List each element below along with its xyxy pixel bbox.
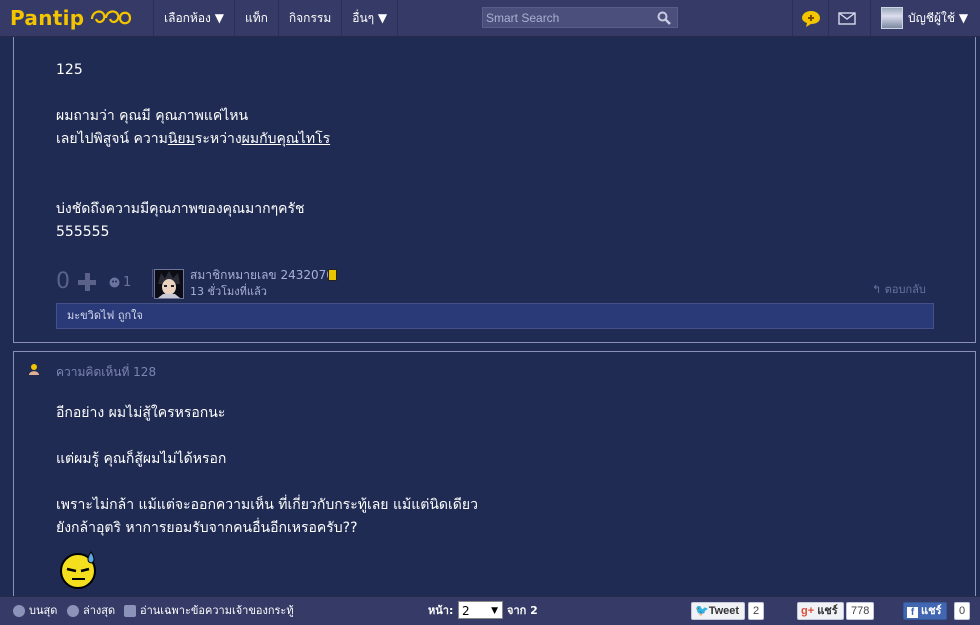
emotion-count[interactable]: 1 — [109, 275, 131, 290]
anime-avatar-icon — [158, 271, 180, 298]
comment-127: 125 ผมถามว่า คุณมี คุณภาพแค่ไหน เลยไปพิส… — [13, 37, 976, 343]
emoticon-chat-icon[interactable] — [792, 0, 828, 37]
comment-number: ความคิดเห็นที่ 128 — [56, 365, 157, 379]
page-select[interactable]: 2 ▼ — [458, 601, 503, 619]
fb-label: แชร์ — [921, 605, 942, 617]
comment-user-icon — [29, 364, 39, 375]
arrow-up-icon — [13, 605, 25, 617]
search-icon[interactable] — [657, 11, 671, 25]
google-plus-icon: g+ — [801, 605, 818, 617]
reply-arrow-icon: ↰ — [872, 283, 885, 296]
page-label: หน้า: — [428, 604, 454, 617]
post-time: 13 ชั่วโมงที่แล้ว — [190, 285, 267, 298]
logo-mark-icon — [91, 10, 132, 25]
comment-line: บ่งชัดถึงความมีคุณภาพของคุณมากๆครัช — [56, 201, 305, 217]
facebook-share-button[interactable]: f แชร์ — [903, 602, 948, 620]
page-select-value: 2 — [462, 604, 470, 618]
facebook-count: 0 — [954, 602, 971, 620]
gplus-count: 778 — [846, 602, 875, 620]
gplus-label: แชร์ — [817, 605, 838, 617]
arrow-down-icon — [67, 605, 79, 617]
chat-bubble-icon — [801, 10, 820, 27]
mobile-verified-icon — [328, 269, 337, 281]
comment-line: 125 — [56, 62, 83, 78]
top-navigation-bar: Pantip เลือกห้อง ▼ แท็ก กิจกรรม อื่นๆ ▼ … — [0, 0, 980, 37]
pantip-logo[interactable]: Pantip — [10, 4, 132, 32]
comment-line: อีกอย่าง ผมไม่สู้ใครหรอกนะ — [56, 405, 226, 421]
bottom-toolbar: บนสุด ล่างสุด อ่านเฉพาะข้อความเจ้าของกระ… — [0, 596, 980, 625]
owner-icon — [124, 605, 136, 617]
scroll-top-label: บนสุด — [29, 604, 58, 617]
account-name: บัญชีผู้ใช้ ▼ — [908, 11, 969, 25]
search-input[interactable] — [483, 8, 656, 27]
scroll-bottom-label: ล่างสุด — [83, 604, 116, 617]
comment-line: เลยไปพิสูจน์ ความนิยมระหว่างผมกับคุณไทโร — [56, 131, 331, 147]
reply-button[interactable]: ↰ ตอบกลับ — [872, 280, 926, 298]
gplus-share-button[interactable]: g+ แชร์ — [797, 602, 844, 620]
mail-icon[interactable] — [828, 0, 864, 37]
nav-activities[interactable]: กิจกรรม — [277, 0, 341, 37]
comment-line: ยังกล้าอุตริ หาการยอมรับจากคนอื่นอีกเหรอ… — [56, 520, 358, 536]
nav-choose-room[interactable]: เลือกห้อง ▼ — [153, 0, 234, 37]
reply-label: ตอบกลับ — [884, 283, 926, 296]
nav-more[interactable]: อื่นๆ ▼ — [341, 0, 399, 37]
emotion-icon — [109, 277, 120, 288]
tweet-count: 2 — [748, 602, 765, 620]
comment-line: แต่ผมรู้ คุณก็สู้ผมไม่ได้หรอก — [56, 451, 227, 467]
member-avatar[interactable] — [154, 269, 184, 299]
facebook-icon: f — [907, 607, 918, 618]
search-box — [482, 7, 678, 28]
main-nav: เลือกห้อง ▼ แท็ก กิจกรรม อื่นๆ ▼ — [153, 0, 399, 37]
plus-vote-icon[interactable] — [78, 273, 96, 291]
comment-line: ผมถามว่า คุณมี คุณภาพแค่ไหน — [56, 108, 249, 124]
tweet-label: Tweet — [708, 605, 740, 617]
sweat-smiley-emoticon-icon — [60, 551, 96, 589]
divider — [152, 269, 153, 297]
tweet-button[interactable]: 🐦Tweet — [691, 602, 746, 620]
comment-line: 555555 — [56, 224, 110, 240]
nav-tags[interactable]: แท็ก — [233, 0, 278, 37]
scroll-bottom-button[interactable]: ล่างสุด — [67, 597, 115, 624]
likes-box[interactable]: มะขวิดไฟ ถูกใจ — [56, 303, 934, 329]
twitter-icon: 🐦 — [695, 605, 709, 617]
scroll-top-button[interactable]: บนสุด — [13, 597, 57, 624]
comment-128: ความคิดเห็นที่ 128 อีกอย่าง ผมไม่สู้ใครห… — [13, 351, 976, 601]
account-menu[interactable]: บัญชีผู้ใช้ ▼ — [870, 0, 980, 37]
page-total: จาก 2 — [507, 604, 538, 617]
owner-only-label: อ่านเฉพาะข้อความเจ้าของกระทู้ — [140, 604, 294, 617]
owner-only-button[interactable]: อ่านเฉพาะข้อความเจ้าของกระทู้ — [124, 597, 294, 624]
vote-score: 0 — [56, 269, 70, 294]
envelope-icon — [837, 12, 856, 25]
dropdown-arrow-icon: ▼ — [491, 606, 498, 616]
user-avatar — [881, 7, 903, 29]
emotion-count-value: 1 — [123, 275, 132, 290]
logo-text: Pantip — [10, 6, 85, 30]
comment-line: เพราะไม่กล้า แม้แต่จะออกความเห็น ที่เกี่… — [56, 497, 478, 513]
